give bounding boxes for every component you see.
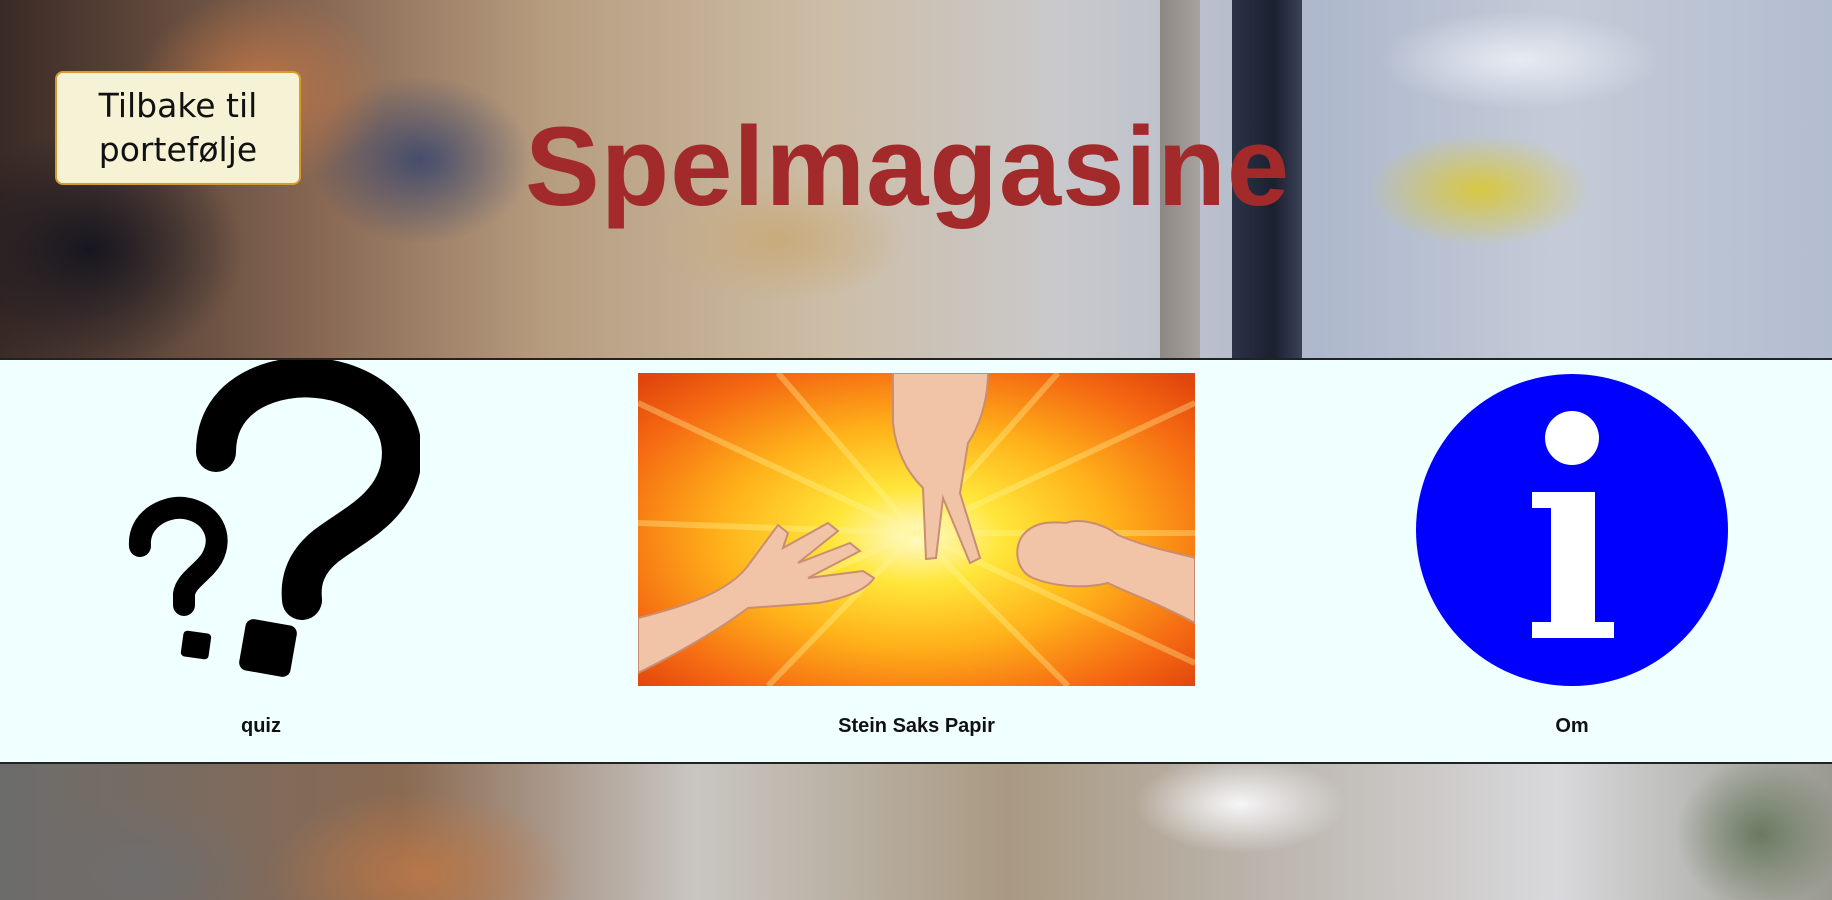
menu-item-om[interactable]: Om — [1414, 360, 1730, 760]
page-title: Spelmagasine — [525, 104, 1291, 229]
menu-item-stein-saks-papir[interactable]: Stein Saks Papir — [638, 360, 1195, 760]
back-to-portfolio-button[interactable]: Tilbake til portefølje — [55, 71, 301, 185]
menu-label-quiz[interactable]: quiz — [120, 715, 402, 738]
menu-item-quiz[interactable]: quiz — [120, 360, 420, 760]
question-marks-icon[interactable] — [120, 360, 420, 690]
rock-paper-scissors-image[interactable] — [638, 373, 1195, 686]
info-icon[interactable] — [1414, 372, 1730, 688]
header-banner: Tilbake til portefølje Spelmagasine — [0, 0, 1832, 360]
menu-label-stein-saks-papir[interactable]: Stein Saks Papir — [638, 715, 1195, 738]
footer-photo-background — [0, 764, 1832, 900]
game-menu: quiz Stein Saks Papir Om — [0, 360, 1832, 764]
menu-label-om[interactable]: Om — [1414, 715, 1730, 738]
